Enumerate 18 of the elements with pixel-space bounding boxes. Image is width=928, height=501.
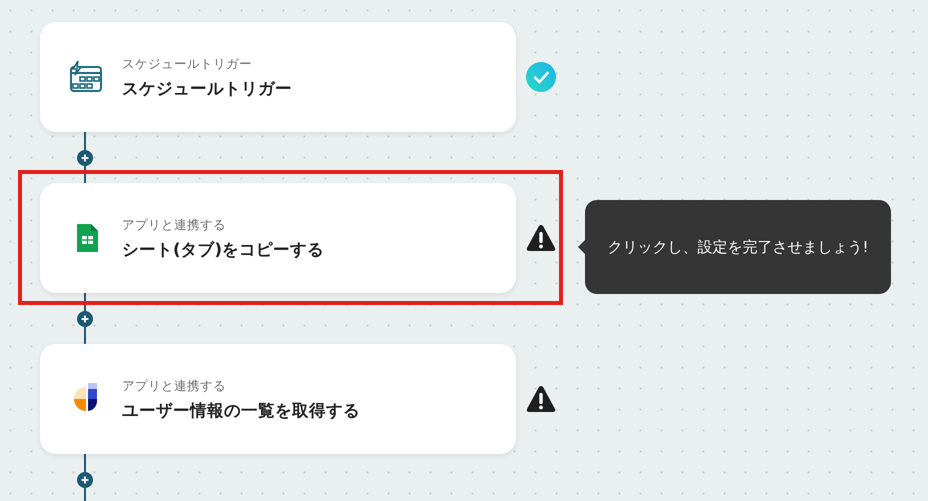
step-card[interactable]: アプリと連携する ユーザー情報の一覧を取得する [40,344,516,454]
calendar-icon [68,59,104,95]
step-title: シート(タブ)をコピーする [122,240,324,260]
step-category: アプリと連携する [122,216,227,232]
plus-icon [81,476,89,484]
tooltip-pointer [578,240,585,254]
plus-icon [81,314,89,322]
step-card[interactable]: アプリと連携する シート(タブ)をコピーする [40,183,516,293]
add-step-button[interactable] [77,310,93,326]
step-category: スケジュールトリガー [122,56,253,71]
step-category: アプリと連携する [122,378,227,393]
add-step-button[interactable] [77,150,93,166]
step-title: ユーザー情報の一覧を取得する [122,400,360,420]
add-step-button[interactable] [77,472,93,488]
tooltip: クリックし、設定を完了させましょう! [585,200,891,294]
step-title: スケジュールトリガー [122,78,292,98]
step-card[interactable]: スケジュールトリガー スケジュールトリガー [40,22,516,132]
plus-icon [81,154,89,162]
